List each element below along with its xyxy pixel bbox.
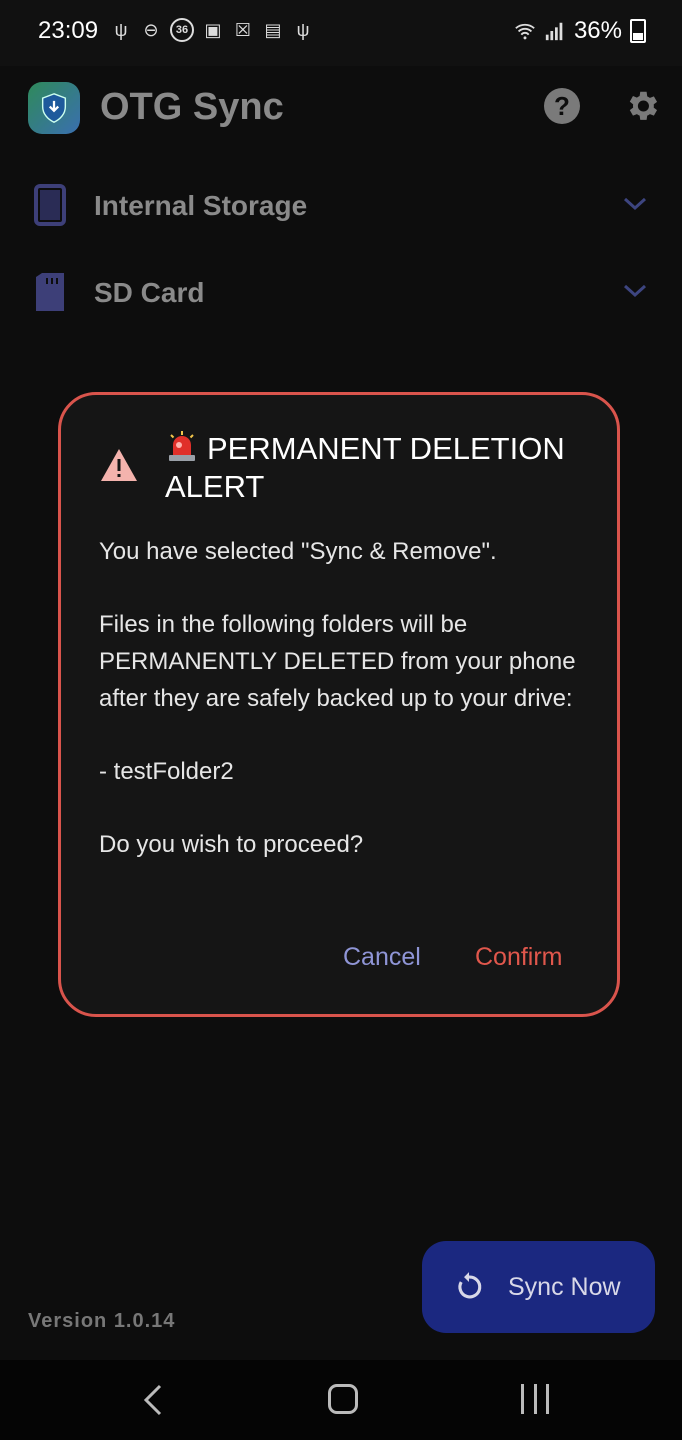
status-bar: 23:09 ψ ⊖ 36 ▣ ☒ ▤ ψ 36% [0, 0, 682, 66]
back-icon[interactable] [140, 1382, 166, 1418]
image-icon: ▣ [204, 20, 222, 40]
gear-icon[interactable] [623, 87, 661, 125]
dialog-question: Do you wish to proceed? [99, 831, 364, 858]
version-label: Version 1.0.14 [28, 1310, 176, 1332]
dialog-line-warning: Files in the following folders will be P… [99, 611, 576, 712]
storage-item-internal[interactable]: Internal Storage [0, 170, 682, 240]
dialog-title-text: PERMANENT DELETION ALERT [165, 431, 565, 504]
dialog-folder-item: - testFolder2 [99, 758, 234, 785]
counter-36-icon: 36 [170, 18, 194, 42]
recents-icon[interactable] [521, 1384, 549, 1414]
chevron-down-icon[interactable] [622, 281, 648, 301]
battery-percent: 36% [573, 17, 622, 44]
warning-icon [101, 449, 137, 481]
dialog-title: PERMANENT DELETION ALERT [165, 429, 585, 506]
calendar-icon: ▤ [264, 20, 282, 40]
sd-card-icon [36, 273, 64, 311]
notification-icons: ψ ⊖ 36 ▣ ☒ ▤ ψ [110, 18, 314, 42]
sync-now-button[interactable]: Sync Now [422, 1241, 655, 1333]
cancel-button[interactable]: Cancel [343, 943, 421, 972]
wifi-icon [514, 20, 536, 42]
usb-icon: ψ [114, 20, 128, 40]
deletion-alert-dialog: PERMANENT DELETION ALERT You have select… [58, 392, 620, 1017]
status-right: 36% [514, 17, 646, 45]
dialog-line-selected: You have selected "Sync & Remove". [99, 538, 497, 565]
status-time: 23:09 [38, 17, 99, 44]
app-title: OTG Sync [100, 86, 284, 128]
screen: 23:09 ψ ⊖ 36 ▣ ☒ ▤ ψ 36% OTG Sync ? Inte… [0, 0, 682, 1440]
usb-icon: ψ [296, 20, 310, 40]
app-logo [28, 82, 80, 134]
confirm-button[interactable]: Confirm [475, 943, 563, 972]
phone-icon [34, 184, 66, 226]
dialog-body: You have selected "Sync & Remove". Files… [99, 533, 589, 863]
signal-icon [544, 20, 566, 42]
sync-now-label: Sync Now [508, 1272, 621, 1301]
navigation-bar [0, 1360, 682, 1440]
shield-download-icon [41, 93, 67, 123]
storage-item-label: SD Card [94, 277, 205, 308]
siren-icon [169, 431, 195, 461]
sync-icon [458, 1272, 482, 1299]
home-icon[interactable] [328, 1384, 358, 1414]
help-icon[interactable]: ? [544, 88, 580, 124]
storage-item-label: Internal Storage [94, 190, 308, 221]
sim-icon: ☒ [234, 20, 252, 40]
storage-item-sd[interactable]: SD Card [0, 257, 682, 327]
dnd-icon: ⊖ [143, 20, 159, 40]
chevron-down-icon[interactable] [622, 194, 648, 214]
battery-icon [630, 19, 646, 43]
